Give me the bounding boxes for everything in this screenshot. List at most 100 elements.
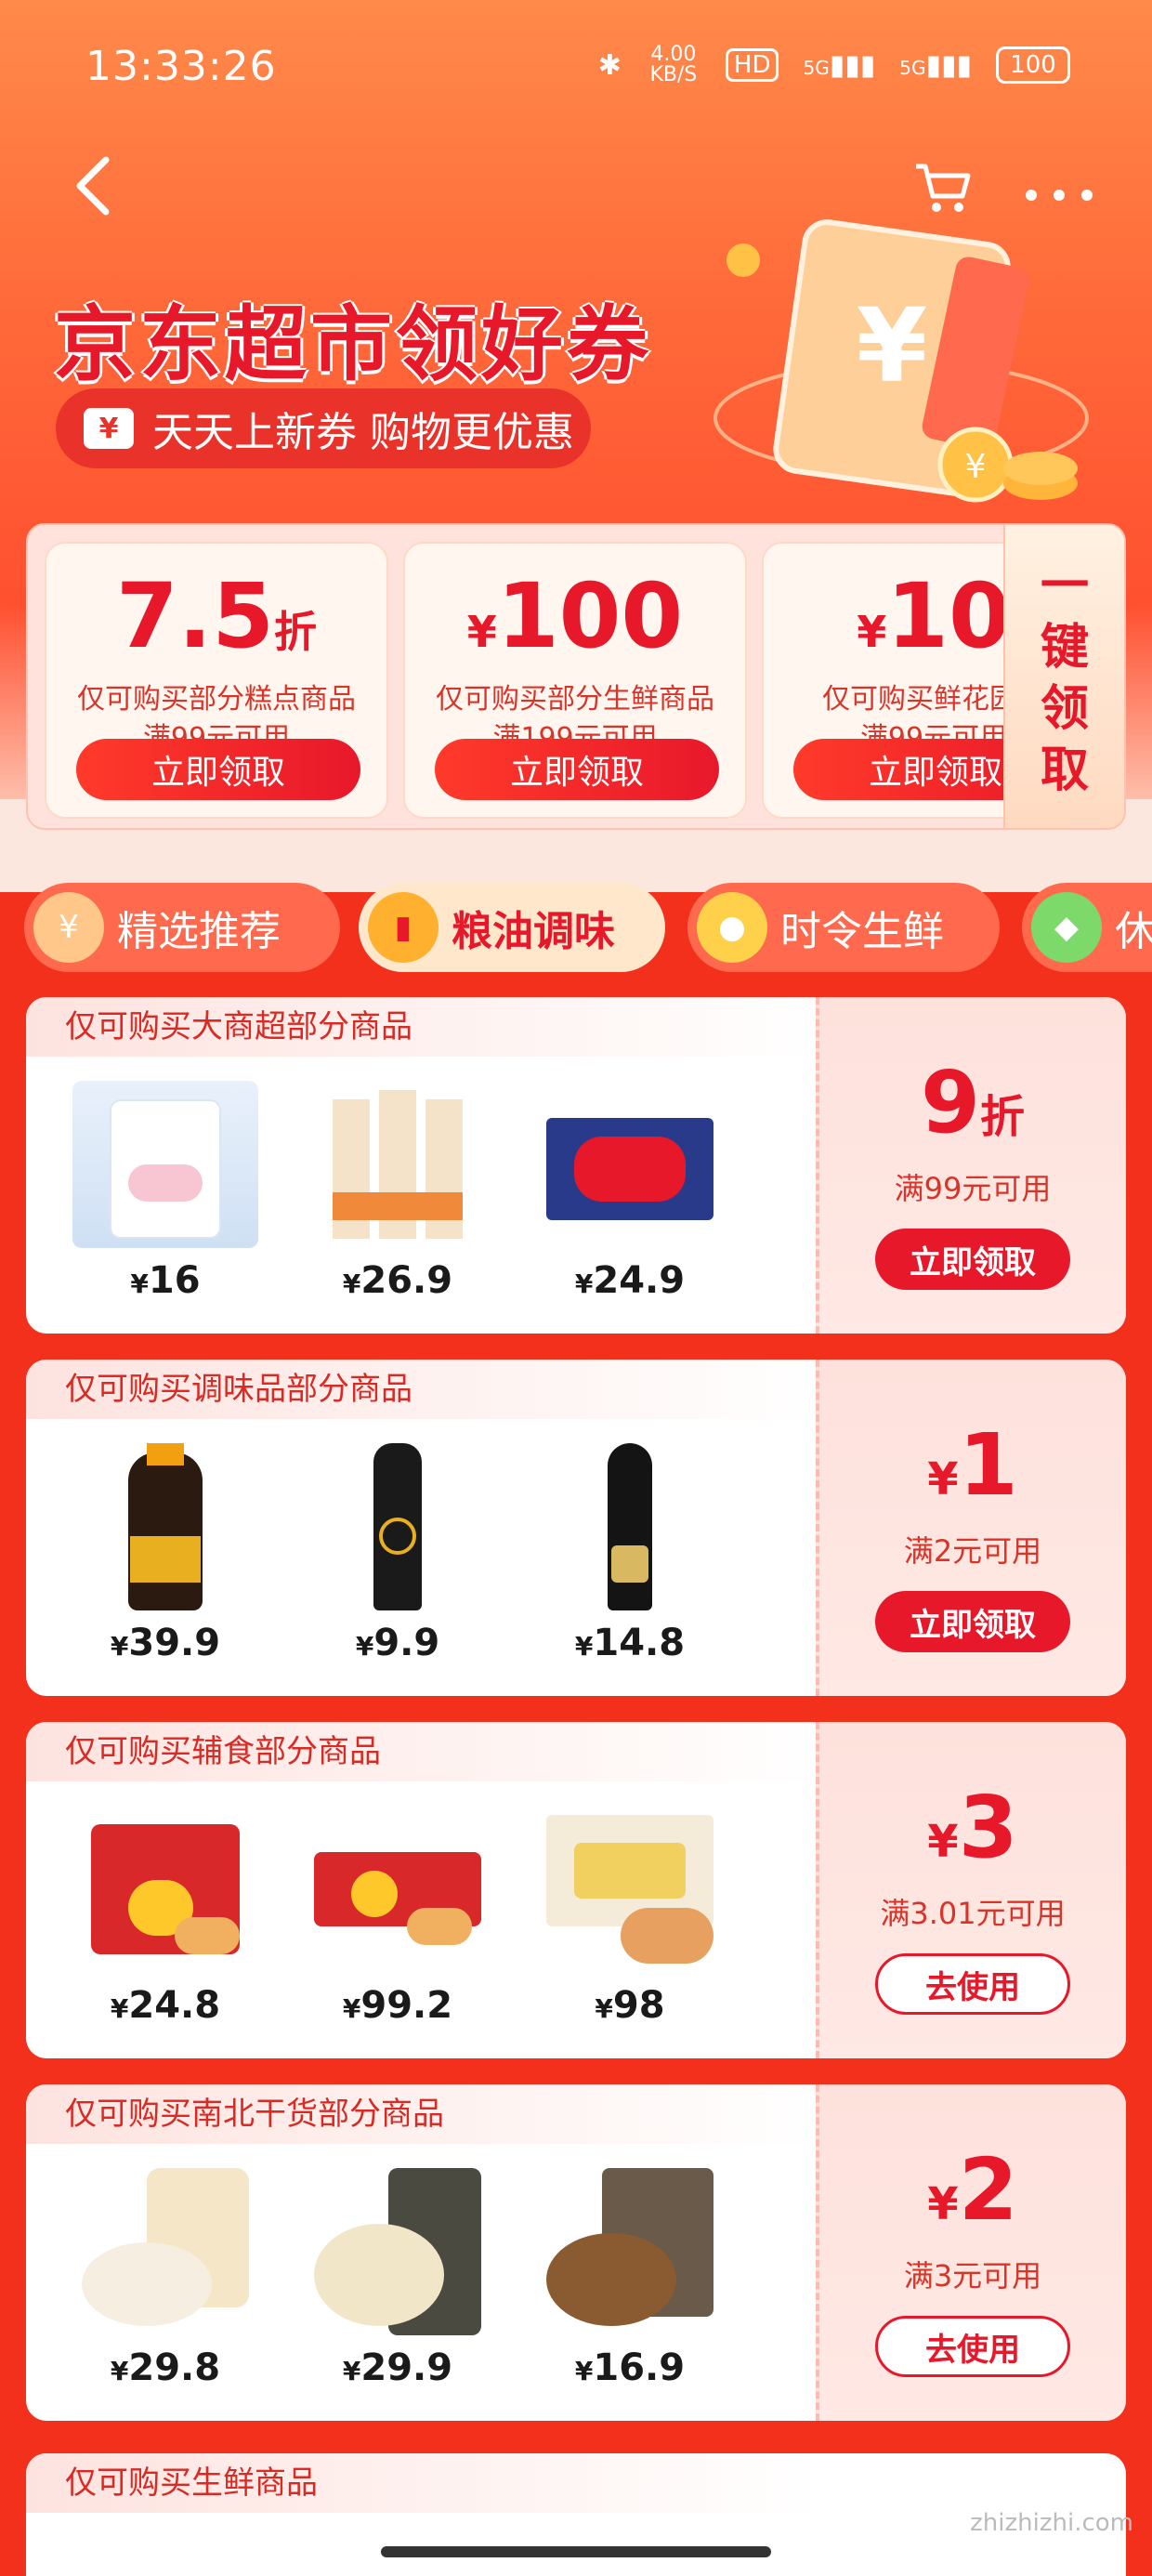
- coupon-cond: 满99元可用: [894, 1171, 1052, 1206]
- ticket-illustration: ¥ ¥: [713, 219, 1089, 503]
- subtitle-pill: ¥ 天天上新券 购物更优惠: [56, 388, 591, 468]
- subtitle-text: 天天上新券 购物更优惠: [152, 409, 574, 456]
- status-time: 13:33:26: [85, 43, 277, 90]
- coupon-side: ¥1 满2元可用 立即领取: [816, 1360, 1126, 1696]
- coupon-row: 仅可购买辅食部分商品 ¥24.8 ¥99.2 ¥98 ¥3 满3.01元可用 去…: [26, 1722, 1126, 2058]
- product-item[interactable]: ¥26.9: [295, 1071, 500, 1322]
- product-image: [72, 1081, 258, 1248]
- signal-5g-icon: 5G▮▮▮: [803, 48, 876, 82]
- tab-seasonal-fresh[interactable]: ● 时令生鲜: [687, 883, 1000, 972]
- product-image: [537, 1443, 723, 1610]
- product-list: ¥16 ¥26.9 ¥24.9: [63, 1071, 788, 1322]
- coupon-row: 仅可购买南北干货部分商品 ¥29.8 ¥29.9 ¥16.9 ¥2 满3元可用: [26, 2084, 1126, 2421]
- product-list: ¥29.8 ¥29.9 ¥16.9: [63, 2159, 788, 2410]
- battery-icon: 100: [996, 46, 1070, 84]
- product-image: [537, 2168, 723, 2335]
- category-tabs: ¥ 精选推荐 ▮ 粮油调味 ● 时令生鲜 ◆ 休: [0, 872, 1152, 983]
- product-item[interactable]: ¥16: [63, 1071, 268, 1322]
- bluetooth-icon: ✱: [597, 48, 622, 82]
- coupon-value: ¥100: [466, 564, 684, 668]
- tab-featured[interactable]: ¥ 精选推荐: [24, 883, 340, 972]
- coupon-value: 9折: [920, 1053, 1026, 1152]
- product-price: ¥9.9: [355, 1622, 440, 1664]
- coupon-row: 仅可购买调味品部分商品 ¥39.9 ¥9.9 ¥14.8 ¥1 满2元可用 立即…: [26, 1360, 1126, 1696]
- product-image: [72, 1806, 258, 1973]
- coupon-row: 仅可购买生鲜商品: [26, 2453, 1126, 2576]
- tab-grain-oil[interactable]: ▮ 粮油调味: [359, 883, 665, 972]
- row-title: 仅可购买辅食部分商品: [26, 1722, 825, 1781]
- product-item[interactable]: ¥98: [528, 1796, 732, 2047]
- claim-button[interactable]: 立即领取: [76, 739, 360, 800]
- product-price: ¥24.8: [110, 1984, 221, 2027]
- product-image: [537, 1806, 723, 1973]
- coupon-value: 7.5折: [115, 564, 318, 668]
- product-item[interactable]: ¥99.2: [295, 1796, 500, 2047]
- coupon-icon: ¥: [33, 892, 104, 963]
- snack-icon: ◆: [1031, 892, 1102, 963]
- oil-bottle-icon: ▮: [368, 892, 439, 963]
- product-price: ¥99.2: [342, 1984, 453, 2027]
- product-image: [305, 1443, 491, 1610]
- durian-icon: ●: [697, 892, 767, 963]
- product-price: ¥16.9: [574, 2346, 686, 2389]
- coupon-card[interactable]: ¥100 仅可购买部分生鲜商品 满199元可用 立即领取: [403, 542, 747, 819]
- product-price: ¥16: [130, 1259, 201, 1302]
- more-icon[interactable]: [1022, 167, 1096, 204]
- hd-icon: HD: [725, 48, 779, 82]
- product-price: ¥24.9: [574, 1259, 686, 1302]
- product-price: ¥26.9: [342, 1259, 453, 1302]
- product-item[interactable]: ¥24.8: [63, 1796, 268, 2047]
- product-list: ¥24.8 ¥99.2 ¥98: [63, 1796, 788, 2047]
- product-price: ¥98: [595, 1984, 665, 2027]
- coupon-side: 9折 满99元可用 立即领取: [816, 997, 1126, 1334]
- page-title: 京东超市领好券: [54, 296, 653, 392]
- claim-button[interactable]: 立即领取: [875, 1229, 1070, 1290]
- product-item[interactable]: ¥29.9: [295, 2159, 500, 2410]
- coupon-row: 仅可购买大商超部分商品 ¥16 ¥26.9 ¥24.9 9折 满99元可用 立即…: [26, 997, 1126, 1334]
- tab-snacks[interactable]: ◆ 休: [1022, 883, 1152, 972]
- product-item[interactable]: ¥29.8: [63, 2159, 268, 2410]
- product-image: [305, 1081, 491, 1248]
- row-title: 仅可购买调味品部分商品: [26, 1360, 825, 1419]
- product-item[interactable]: ¥14.8: [528, 1434, 732, 1685]
- top-coupon-strip: 7.5折 仅可购买部分糕点商品 满99元可用 立即领取 ¥100 仅可购买部分生…: [26, 523, 1126, 830]
- product-price: ¥29.8: [110, 2346, 221, 2389]
- back-icon[interactable]: [65, 149, 121, 223]
- product-image: [537, 1081, 723, 1248]
- coupon-cond: 满3.01元可用: [880, 1896, 1066, 1931]
- product-image: [72, 1443, 258, 1610]
- product-list: ¥39.9 ¥9.9 ¥14.8: [63, 1434, 788, 1685]
- product-image: [305, 2168, 491, 2335]
- status-bar: 13:33:26 ✱ 4.00 KB/S HD 5G▮▮▮ 5G▮▮▮ 100: [0, 0, 1152, 130]
- coupon-value: ¥1: [927, 1415, 1018, 1515]
- coupon-value: ¥2: [927, 2140, 1018, 2240]
- claim-button[interactable]: 立即领取: [875, 1591, 1070, 1652]
- status-icons: ✱ 4.00 KB/S HD 5G▮▮▮ 5G▮▮▮ 100: [598, 45, 1070, 85]
- coupon-side: ¥3 满3.01元可用 去使用: [816, 1722, 1126, 2058]
- claim-button[interactable]: 立即领取: [435, 739, 719, 800]
- row-title: 仅可购买生鲜商品: [26, 2453, 825, 2513]
- product-item[interactable]: ¥16.9: [528, 2159, 732, 2410]
- svg-text:¥: ¥: [965, 448, 987, 486]
- use-button[interactable]: 去使用: [875, 2316, 1070, 2377]
- product-item[interactable]: ¥39.9: [63, 1434, 268, 1685]
- row-title: 仅可购买南北干货部分商品: [26, 2084, 825, 2144]
- coupon-desc: 仅可购买部分生鲜商品: [436, 683, 714, 716]
- product-item[interactable]: ¥24.9: [528, 1071, 732, 1322]
- product-image: [305, 1806, 491, 1973]
- product-item[interactable]: ¥9.9: [295, 1434, 500, 1685]
- signal-5g-icon-2: 5G▮▮▮: [899, 48, 972, 82]
- product-price: ¥29.9: [342, 2346, 453, 2389]
- row-title: 仅可购买大商超部分商品: [26, 997, 825, 1057]
- one-key-claim-button[interactable]: 一 键 领 取: [1003, 525, 1124, 828]
- product-price: ¥39.9: [110, 1622, 221, 1664]
- coupon-value: ¥3: [927, 1778, 1018, 1877]
- coupon-cond: 满2元可用: [903, 1533, 1042, 1569]
- home-indicator[interactable]: [381, 2546, 771, 2557]
- product-price: ¥14.8: [574, 1622, 686, 1664]
- use-button[interactable]: 去使用: [875, 1953, 1070, 2015]
- product-image: [72, 2168, 258, 2335]
- coupon-desc: 仅可购买部分糕点商品: [77, 683, 356, 716]
- coupon-cond: 满3元可用: [903, 2258, 1042, 2293]
- coupon-card[interactable]: 7.5折 仅可购买部分糕点商品 满99元可用 立即领取: [45, 542, 388, 819]
